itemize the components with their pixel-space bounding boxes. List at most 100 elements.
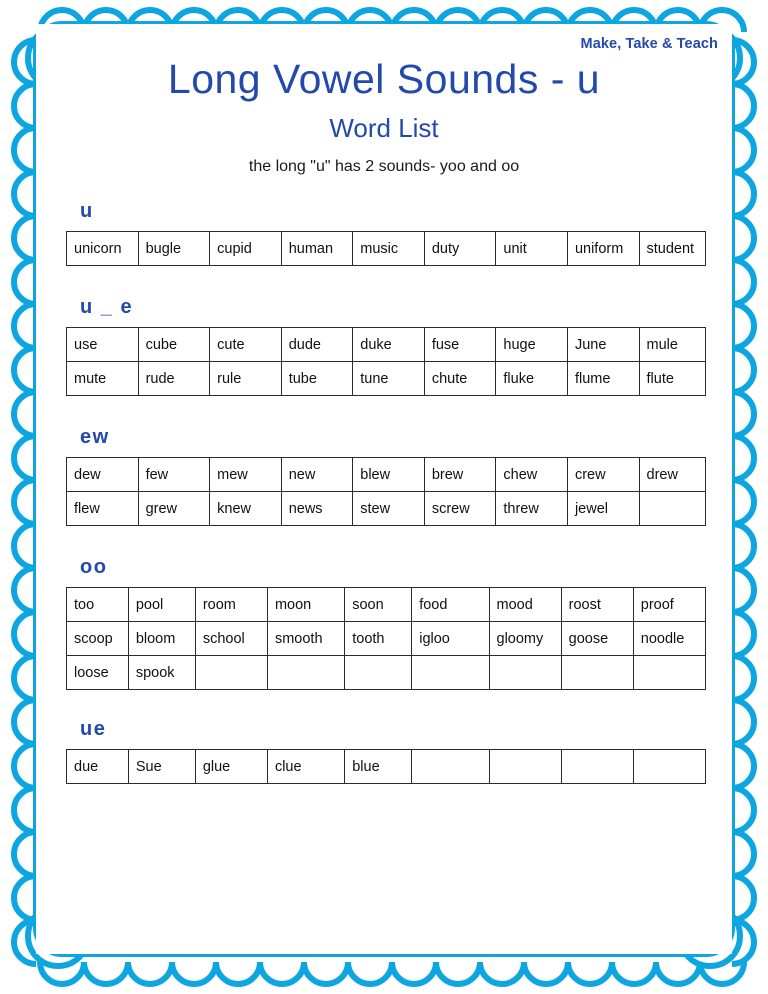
word-cell[interactable]: school <box>194 621 268 656</box>
word-cell[interactable]: chew <box>495 457 568 492</box>
word-cell[interactable]: cute <box>209 327 282 362</box>
table-row: loose spook <box>66 655 707 690</box>
word-cell[interactable]: food <box>411 587 490 622</box>
word-table-u_e: use cube cute dude duke fuse huge June mule mute r… <box>66 327 706 396</box>
word-cell[interactable]: igloo <box>411 621 490 656</box>
word-cell[interactable]: few <box>137 457 211 492</box>
word-cell[interactable]: cupid <box>209 231 282 266</box>
empty-cell[interactable] <box>632 655 707 690</box>
word-cell[interactable]: duty <box>423 231 497 266</box>
word-cell[interactable]: gloomy <box>488 621 562 656</box>
word-cell[interactable]: huge <box>495 327 568 362</box>
word-cell[interactable]: flume <box>566 361 640 396</box>
empty-cell[interactable] <box>488 749 562 784</box>
word-cell[interactable]: rude <box>137 361 211 396</box>
word-cell[interactable]: bloom <box>127 621 196 656</box>
word-cell[interactable]: jewel <box>566 491 640 526</box>
word-cell[interactable]: screw <box>423 491 497 526</box>
word-cell[interactable]: dude <box>280 327 354 362</box>
table-row: dew few mew new blew brew chew crew drew <box>66 457 706 492</box>
word-cell[interactable]: mute <box>66 361 139 396</box>
word-cell[interactable]: grew <box>137 491 211 526</box>
word-cell[interactable]: loose <box>66 655 129 690</box>
word-cell[interactable]: mew <box>209 457 282 492</box>
instruction-note: the long "u" has 2 sounds- yoo and oo <box>248 158 520 176</box>
empty-cell[interactable] <box>411 655 490 690</box>
worksheet-sheet: Make, Take & Teach Long Vowel Sounds - u… <box>36 24 732 954</box>
word-cell[interactable]: clue <box>266 749 346 784</box>
word-cell[interactable]: crew <box>566 457 640 492</box>
section-label-ue: ue <box>80 718 107 740</box>
word-cell[interactable]: flew <box>66 491 139 526</box>
empty-cell[interactable] <box>411 749 490 784</box>
word-cell[interactable]: use <box>66 327 139 362</box>
word-cell[interactable]: chute <box>423 361 497 396</box>
word-list-sections: u unicorn bugle cupid human music duty unit unif… <box>36 200 732 784</box>
word-cell[interactable]: moon <box>266 587 346 622</box>
table-row: scoop bloom school smooth tooth igloo gloomy go… <box>66 621 707 656</box>
word-cell[interactable]: stew <box>352 491 425 526</box>
word-cell[interactable]: new <box>280 457 354 492</box>
word-cell[interactable]: rule <box>209 361 282 396</box>
table-row: mute rude rule tube tune chute fluke flume flute <box>66 361 706 396</box>
word-cell[interactable]: threw <box>495 491 568 526</box>
word-cell[interactable]: noodle <box>632 621 707 656</box>
word-table-ew: dew few mew new blew brew chew crew drew flew grew… <box>66 457 706 526</box>
word-cell[interactable]: too <box>66 587 129 622</box>
word-cell[interactable]: smooth <box>266 621 346 656</box>
word-cell[interactable]: knew <box>209 491 282 526</box>
word-cell[interactable]: soon <box>344 587 413 622</box>
word-cell[interactable]: mood <box>488 587 562 622</box>
section-label-u_e: u _ e <box>80 296 134 318</box>
word-cell[interactable]: goose <box>560 621 634 656</box>
word-cell[interactable]: uniform <box>566 231 640 266</box>
empty-cell[interactable] <box>560 749 634 784</box>
word-cell[interactable]: flute <box>638 361 706 396</box>
word-cell[interactable]: tube <box>280 361 354 396</box>
empty-cell[interactable] <box>194 655 268 690</box>
section-label-ew: ew <box>80 426 110 448</box>
word-cell[interactable]: tooth <box>344 621 413 656</box>
worksheet-page: Make, Take & Teach Long Vowel Sounds - u… <box>0 0 768 994</box>
table-row: use cube cute dude duke fuse huge June mule <box>66 327 706 362</box>
word-cell[interactable]: glue <box>194 749 268 784</box>
word-cell[interactable]: June <box>566 327 640 362</box>
word-cell[interactable]: student <box>638 231 706 266</box>
word-cell[interactable]: brew <box>423 457 497 492</box>
word-cell[interactable]: human <box>280 231 354 266</box>
word-cell[interactable]: mule <box>638 327 706 362</box>
word-cell[interactable]: scoop <box>66 621 129 656</box>
word-cell[interactable]: duke <box>352 327 425 362</box>
word-cell[interactable]: cube <box>137 327 211 362</box>
word-cell[interactable]: pool <box>127 587 196 622</box>
word-cell[interactable]: dew <box>66 457 139 492</box>
word-cell[interactable]: fuse <box>423 327 497 362</box>
word-table-u: unicorn bugle cupid human music duty unit unifo… <box>66 231 706 266</box>
word-cell[interactable]: news <box>280 491 354 526</box>
word-cell[interactable]: due <box>66 749 129 784</box>
word-cell[interactable]: blue <box>344 749 413 784</box>
word-cell[interactable]: Sue <box>127 749 196 784</box>
word-cell[interactable]: music <box>352 231 425 266</box>
word-cell[interactable]: room <box>194 587 268 622</box>
empty-cell[interactable] <box>488 655 562 690</box>
brand-label: Make, Take & Teach <box>580 36 718 52</box>
empty-cell[interactable] <box>266 655 346 690</box>
empty-cell[interactable] <box>638 491 706 526</box>
word-cell[interactable]: proof <box>632 587 707 622</box>
word-cell[interactable]: blew <box>352 457 425 492</box>
empty-cell[interactable] <box>344 655 413 690</box>
page-subtitle: Word List <box>329 113 439 144</box>
word-cell[interactable]: roost <box>560 587 634 622</box>
word-cell[interactable]: fluke <box>495 361 568 396</box>
word-cell[interactable]: unit <box>495 231 568 266</box>
empty-cell[interactable] <box>560 655 634 690</box>
word-cell[interactable]: tune <box>352 361 425 396</box>
word-cell[interactable]: unicorn <box>66 231 139 266</box>
word-cell[interactable]: bugle <box>137 231 211 266</box>
scallops-left <box>11 37 37 967</box>
word-cell[interactable]: drew <box>638 457 706 492</box>
word-cell[interactable]: spook <box>127 655 196 690</box>
section-u: u unicorn bugle cupid human music duty unit unif… <box>36 200 732 266</box>
empty-cell[interactable] <box>632 749 707 784</box>
